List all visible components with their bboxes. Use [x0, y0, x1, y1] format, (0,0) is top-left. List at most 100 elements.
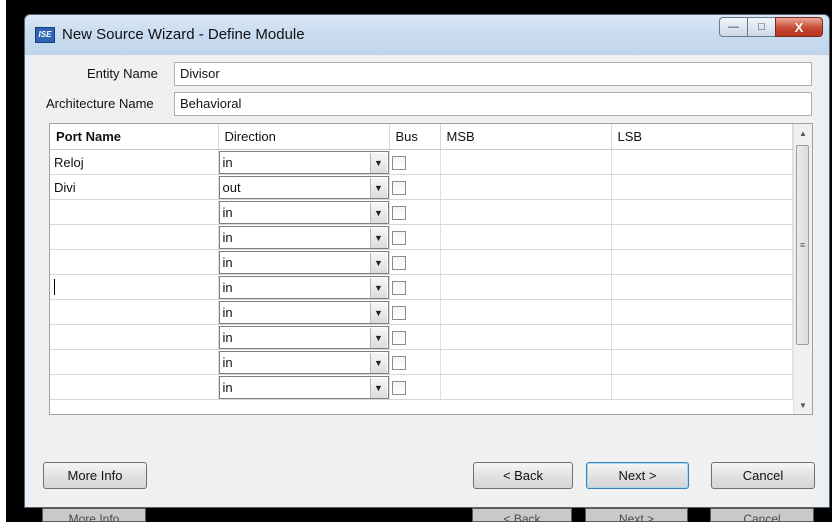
msb-header[interactable]: MSB [440, 124, 612, 150]
direction-value: in [222, 355, 233, 370]
dropdown-arrow-icon[interactable]: ▼ [369, 353, 387, 373]
port-name-cell[interactable] [50, 199, 219, 225]
lsb-header[interactable]: LSB [611, 124, 793, 150]
direction-select[interactable]: in ▼ [218, 151, 389, 174]
port-name-cell[interactable] [50, 224, 219, 250]
dropdown-arrow-icon[interactable]: ▼ [369, 303, 387, 323]
lsb-cell[interactable] [611, 249, 793, 275]
scroll-thumb[interactable]: ≡ [796, 145, 809, 345]
maximize-icon[interactable]: □ [747, 17, 775, 37]
bus-checkbox[interactable] [391, 355, 406, 370]
background-more-info-button: More Info [42, 508, 146, 522]
direction-select[interactable]: out ▼ [218, 176, 389, 199]
direction-select[interactable]: in ▼ [218, 201, 389, 224]
port-name-cell[interactable] [50, 324, 219, 350]
msb-cell[interactable] [440, 199, 612, 225]
port-row[interactable]: in ▼ [50, 224, 793, 250]
msb-cell[interactable] [440, 349, 612, 375]
bus-cell [389, 224, 441, 250]
bus-checkbox[interactable] [391, 380, 406, 395]
direction-value: in [222, 280, 233, 295]
port-row[interactable]: in ▼ [50, 374, 793, 400]
port-row[interactable]: in ▼ [50, 324, 793, 350]
dropdown-arrow-icon[interactable]: ▼ [369, 203, 387, 223]
dropdown-arrow-icon[interactable]: ▼ [369, 228, 387, 248]
dropdown-arrow-icon[interactable]: ▼ [369, 178, 387, 198]
architecture-name-input[interactable]: Behavioral [174, 92, 812, 116]
port-row[interactable]: Reloj in ▼ [50, 149, 793, 175]
port-name-cell[interactable] [50, 374, 219, 400]
direction-value: in [222, 155, 233, 170]
close-icon[interactable]: X [775, 17, 823, 37]
lsb-cell[interactable] [611, 149, 793, 175]
msb-cell[interactable] [440, 299, 612, 325]
dropdown-arrow-icon[interactable]: ▼ [369, 328, 387, 348]
bus-checkbox[interactable] [391, 280, 406, 295]
port-row[interactable]: in ▼ [50, 299, 793, 325]
cancel-button[interactable]: Cancel [711, 462, 815, 489]
msb-cell[interactable] [440, 174, 612, 200]
direction-header[interactable]: Direction [218, 124, 390, 150]
lsb-cell[interactable] [611, 274, 793, 300]
port-name-cell[interactable] [50, 299, 219, 325]
bus-checkbox[interactable] [391, 305, 406, 320]
lsb-cell[interactable] [611, 374, 793, 400]
msb-cell[interactable] [440, 249, 612, 275]
next-button[interactable]: Next > [586, 462, 689, 489]
ise-app-icon: ISE [35, 27, 55, 43]
lsb-cell[interactable] [611, 199, 793, 225]
msb-cell[interactable] [440, 274, 612, 300]
back-button[interactable]: < Back [473, 462, 573, 489]
bus-checkbox[interactable] [391, 255, 406, 270]
direction-select[interactable]: in ▼ [218, 226, 389, 249]
port-name-cell[interactable] [50, 249, 219, 275]
lsb-cell[interactable] [611, 324, 793, 350]
port-row[interactable]: in ▼ [50, 349, 793, 375]
port-row[interactable]: in ▼ [50, 274, 793, 300]
bus-checkbox[interactable] [391, 230, 406, 245]
direction-cell: out ▼ [218, 174, 390, 200]
bus-checkbox[interactable] [391, 180, 406, 195]
scroll-down-icon[interactable]: ▼ [794, 396, 812, 414]
bus-checkbox[interactable] [391, 330, 406, 345]
direction-select[interactable]: in ▼ [218, 276, 389, 299]
direction-select[interactable]: in ▼ [218, 301, 389, 324]
msb-cell[interactable] [440, 374, 612, 400]
direction-select[interactable]: in ▼ [218, 376, 389, 399]
scroll-up-icon[interactable]: ▲ [794, 124, 812, 142]
ports-scrollbar[interactable]: ▲ ≡ ▼ [793, 124, 812, 414]
direction-select[interactable]: in ▼ [218, 251, 389, 274]
dropdown-arrow-icon[interactable]: ▼ [369, 378, 387, 398]
direction-cell: in ▼ [218, 149, 390, 175]
bus-checkbox[interactable] [391, 205, 406, 220]
dropdown-arrow-icon[interactable]: ▼ [369, 278, 387, 298]
dropdown-arrow-icon[interactable]: ▼ [369, 253, 387, 273]
lsb-cell[interactable] [611, 224, 793, 250]
ports-grid[interactable]: Port Name Direction Bus MSB LSB Reloj in ▼… [49, 123, 813, 415]
msb-cell[interactable] [440, 324, 612, 350]
bus-cell [389, 324, 441, 350]
port-row[interactable]: in ▼ [50, 249, 793, 275]
port-name-cell[interactable] [50, 274, 219, 300]
entity-name-input[interactable]: Divisor [174, 62, 812, 86]
lsb-cell[interactable] [611, 349, 793, 375]
port-name-cell[interactable]: Reloj [50, 149, 219, 175]
title-bar[interactable]: ISE New Source Wizard - Define Module — … [25, 15, 829, 55]
port-name-header[interactable]: Port Name [50, 124, 219, 150]
port-row[interactable]: in ▼ [50, 199, 793, 225]
port-name-cell[interactable]: Divi [50, 174, 219, 200]
direction-select[interactable]: in ▼ [218, 326, 389, 349]
more-info-button[interactable]: More Info [43, 462, 147, 489]
direction-select[interactable]: in ▼ [218, 351, 389, 374]
bus-checkbox[interactable] [391, 155, 406, 170]
bus-header[interactable]: Bus [389, 124, 441, 150]
msb-cell[interactable] [440, 224, 612, 250]
direction-cell: in ▼ [218, 299, 390, 325]
lsb-cell[interactable] [611, 299, 793, 325]
port-name-cell[interactable] [50, 349, 219, 375]
port-row[interactable]: Divi out ▼ [50, 174, 793, 200]
lsb-cell[interactable] [611, 174, 793, 200]
minimize-icon[interactable]: — [719, 17, 747, 37]
msb-cell[interactable] [440, 149, 612, 175]
dropdown-arrow-icon[interactable]: ▼ [369, 153, 387, 173]
